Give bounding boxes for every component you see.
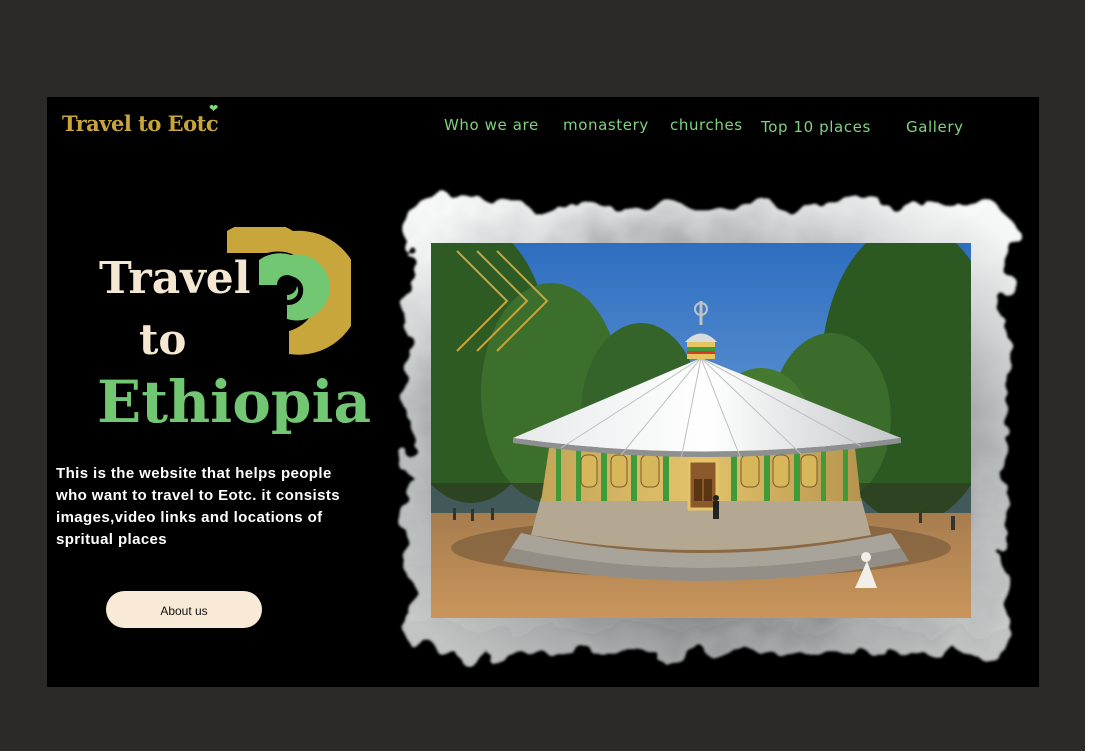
landing-page-frame: Travel to Eotc ❤ Who we are monastery ch… [47,97,1039,687]
hero-title-line1: Travel [99,253,251,304]
hero-description: This is the website that helps people wh… [56,465,340,548]
window-edge-right [1085,0,1097,754]
hero-title-line3: Ethiopia [97,368,372,436]
hero-title-line2: to [139,315,187,364]
nav-gallery[interactable]: Gallery [906,118,964,136]
heart-icon: ❤ [209,102,219,115]
nav-who-we-are[interactable]: Who we are [444,116,539,134]
nav-top-10-places[interactable]: Top 10 places [761,118,871,136]
nav-churches[interactable]: churches [670,116,743,134]
about-us-button[interactable]: About us [106,591,262,628]
church-photo [431,243,971,618]
site-logo[interactable]: Travel to Eotc [62,111,219,136]
nav-monastery[interactable]: monastery [563,116,649,134]
